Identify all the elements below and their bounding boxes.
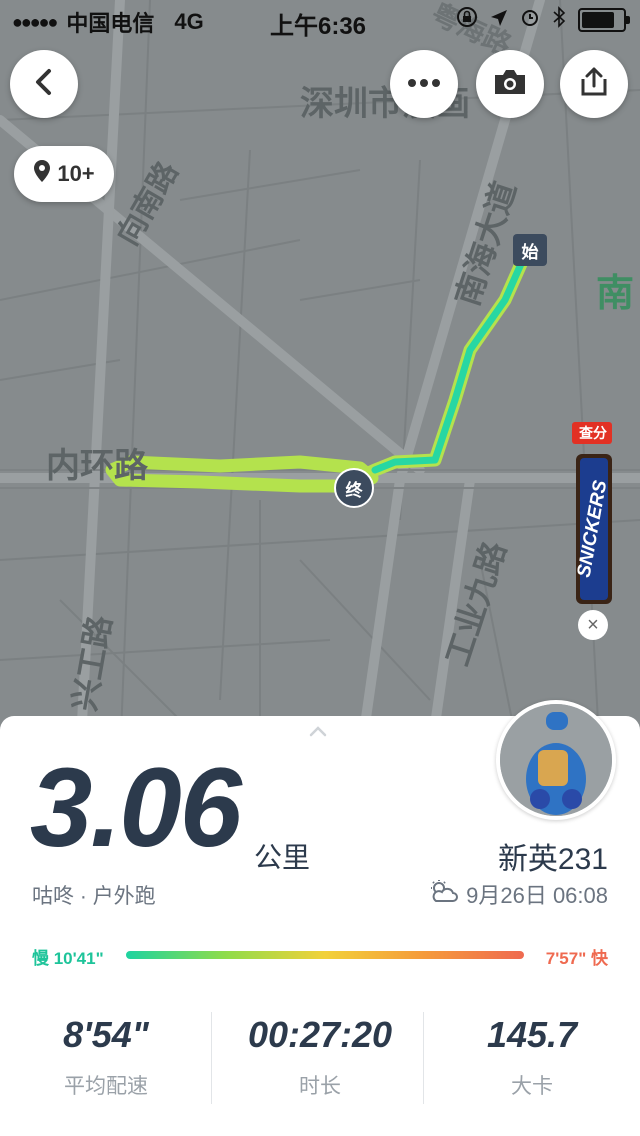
activity-source: 咕咚 · 户外跑	[32, 885, 156, 908]
ad-close-button[interactable]: ×	[578, 610, 608, 640]
stat-avg-pace: 8'54" 平均配速	[0, 1014, 212, 1100]
snickers-ad[interactable]: 查分 SNICKERS	[570, 420, 616, 610]
route-map[interactable]: 深圳市漫画 向南路 内环路 南海大道 工业九路 兴工路 南 粤海路 ●●●●● …	[0, 0, 640, 760]
back-button[interactable]	[10, 50, 78, 118]
pace-gradient-bar	[126, 951, 524, 959]
activity-datetime: 9月26日 06:08	[428, 878, 608, 910]
close-icon: ×	[587, 613, 599, 636]
stat-label: 平均配速	[64, 1075, 148, 1098]
pace-legend: 慢 10'41" 7'57" 快	[32, 944, 608, 970]
ad-tag: 查分	[579, 425, 607, 441]
back-icon	[32, 68, 56, 101]
stat-label: 大卡	[511, 1075, 553, 1098]
summary-panel: 3.06 公里 新英231 咕咚 · 户外跑 9月26日 06:08 慢 10'…	[0, 700, 640, 1136]
share-icon	[578, 66, 610, 103]
map-label-road-inner-ring: 内环路	[46, 447, 148, 485]
signal-strength: ●●●●●	[12, 11, 58, 32]
map-label-east: 南	[596, 273, 635, 315]
camera-button[interactable]	[476, 50, 544, 118]
stat-value: 145.7	[486, 1014, 578, 1055]
share-button[interactable]	[560, 50, 628, 118]
username: 新英231	[497, 843, 608, 876]
location-arrow-icon	[490, 7, 508, 33]
photo-count-button[interactable]: 10+	[14, 146, 114, 202]
stat-value: 8'54"	[63, 1014, 149, 1055]
stat-duration: 00:27:20 时长	[214, 1014, 426, 1100]
start-marker: 始	[513, 234, 547, 266]
more-button[interactable]	[390, 50, 458, 118]
partly-cloudy-icon	[428, 879, 459, 909]
divider	[211, 1012, 212, 1104]
avatar[interactable]	[496, 700, 616, 820]
pace-fast-label: 7'57" 快	[545, 949, 608, 968]
alarm-icon	[520, 7, 540, 33]
expand-caret-icon[interactable]	[308, 724, 328, 738]
network-type: 4G	[174, 9, 204, 34]
location-pin-icon	[33, 159, 51, 189]
more-icon	[406, 75, 442, 93]
pace-slow-label: 慢 10'41"	[32, 949, 104, 968]
stat-label: 时长	[299, 1075, 341, 1098]
carrier-name: 中国电信	[66, 11, 155, 36]
battery-icon	[578, 8, 630, 32]
datetime-text: 9月26日 06:08	[466, 883, 608, 908]
distance-value: 3.06	[30, 745, 242, 870]
stat-value: 00:27:20	[247, 1014, 393, 1055]
divider	[423, 1012, 424, 1104]
camera-icon	[492, 67, 528, 102]
stat-calories: 145.7 大卡	[426, 1014, 638, 1100]
lock-rotation-icon	[456, 6, 478, 34]
bluetooth-icon	[552, 6, 566, 34]
status-bar: ●●●●● 中国电信 4G 上午6:36	[0, 0, 640, 40]
status-time: 上午6:36	[270, 13, 367, 40]
distance-unit: 公里	[254, 842, 311, 873]
photo-count: 10+	[57, 161, 95, 186]
end-marker: 终	[334, 468, 374, 508]
